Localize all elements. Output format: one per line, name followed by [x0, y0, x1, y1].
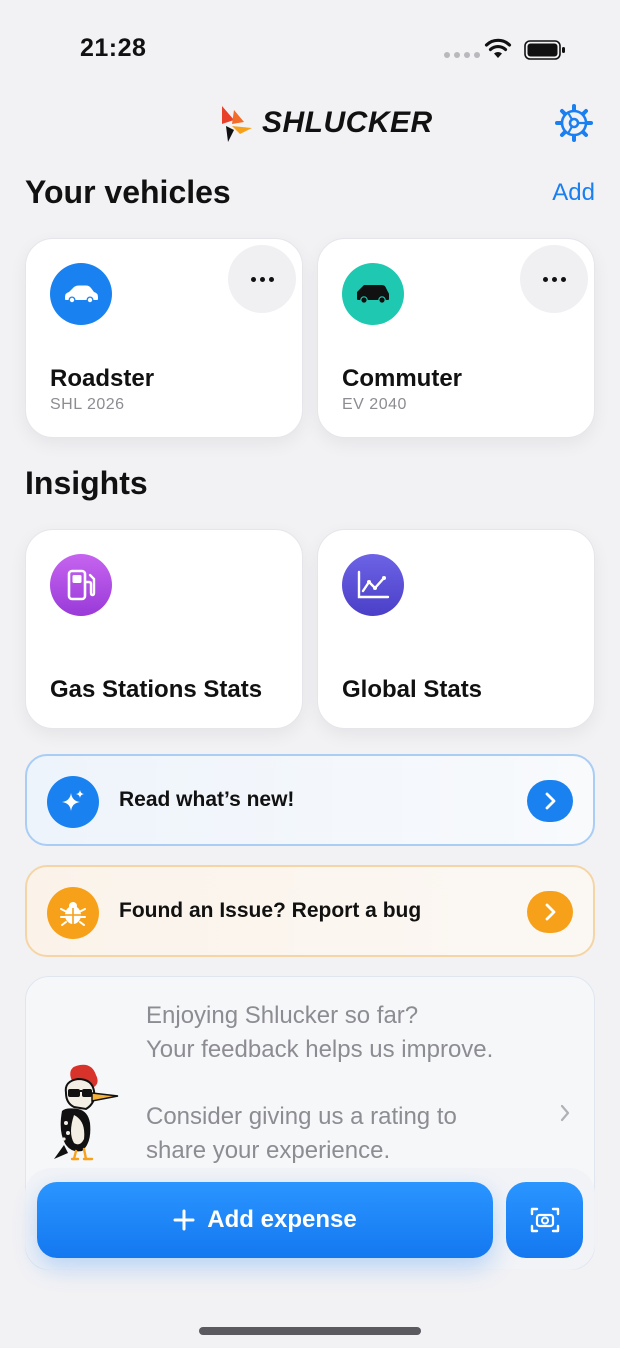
chevron-right-icon	[558, 1103, 572, 1128]
insights-section-title: Insights	[25, 465, 148, 501]
scan-receipt-button[interactable]	[506, 1182, 583, 1258]
settings-gear-icon[interactable]	[554, 103, 594, 143]
line-chart-icon	[342, 554, 404, 616]
report-bug-label: Found an Issue? Report a bug	[119, 899, 422, 922]
chevron-right-icon[interactable]	[527, 891, 573, 933]
whats-new-banner[interactable]: Read what’s new!	[25, 754, 595, 846]
bug-icon	[47, 887, 99, 939]
vehicle-more-button[interactable]	[228, 245, 296, 313]
gas-stations-stats-card[interactable]: Gas Stations Stats	[25, 529, 303, 729]
whats-new-label: Read what’s new!	[119, 788, 295, 811]
app-logo: SHLUCKER	[218, 102, 433, 144]
global-stats-card[interactable]: Global Stats	[317, 529, 595, 729]
vehicle-name: Commuter	[342, 365, 463, 392]
chevron-right-icon[interactable]	[527, 780, 573, 822]
feedback-line-4: share your experience.	[146, 1137, 391, 1164]
insight-label: Gas Stations Stats	[50, 676, 263, 703]
vehicle-card-commuter[interactable]: Commuter EV 2040	[317, 238, 595, 438]
insight-label: Global Stats	[342, 676, 483, 703]
vehicle-plate: SHL 2026	[50, 396, 125, 413]
camera-scan-icon	[530, 1207, 559, 1233]
vehicles-section-title: Your vehicles	[25, 174, 231, 210]
add-expense-label: Add expense	[207, 1206, 357, 1233]
status-bar: 21:28	[0, 0, 620, 100]
add-expense-button[interactable]: Add expense	[37, 1182, 493, 1258]
fuel-pump-icon	[50, 554, 112, 616]
suv-icon	[342, 263, 404, 325]
insights-section-header: Insights	[25, 465, 595, 502]
shlucker-logo-icon	[222, 106, 252, 142]
vehicle-more-button[interactable]	[520, 245, 588, 313]
home-indicator[interactable]	[199, 1327, 421, 1335]
vehicles-section-header: Your vehicles Add	[25, 174, 595, 211]
battery-icon	[524, 40, 566, 65]
wifi-icon	[484, 38, 512, 65]
woodpecker-mascot-icon	[52, 1063, 122, 1168]
vehicle-plate: EV 2040	[342, 396, 407, 413]
feedback-line-2: Your feedback helps us improve.	[146, 1036, 494, 1063]
app-header: SHLUCKER	[0, 100, 620, 148]
feedback-line-1: Enjoying Shlucker so far?	[146, 1002, 419, 1029]
vehicle-card-roadster[interactable]: Roadster SHL 2026	[25, 238, 303, 438]
vehicle-name: Roadster	[50, 365, 155, 392]
app-name: SHLUCKER	[262, 106, 433, 139]
status-time: 21:28	[80, 34, 147, 62]
report-bug-banner[interactable]: Found an Issue? Report a bug	[25, 865, 595, 957]
car-icon	[50, 263, 112, 325]
sparkles-icon	[47, 776, 99, 828]
add-vehicle-button[interactable]: Add	[552, 179, 595, 207]
feedback-line-3: Consider giving us a rating to	[146, 1103, 457, 1130]
cellular-signal-icon	[444, 52, 480, 58]
plus-icon	[173, 1209, 195, 1231]
